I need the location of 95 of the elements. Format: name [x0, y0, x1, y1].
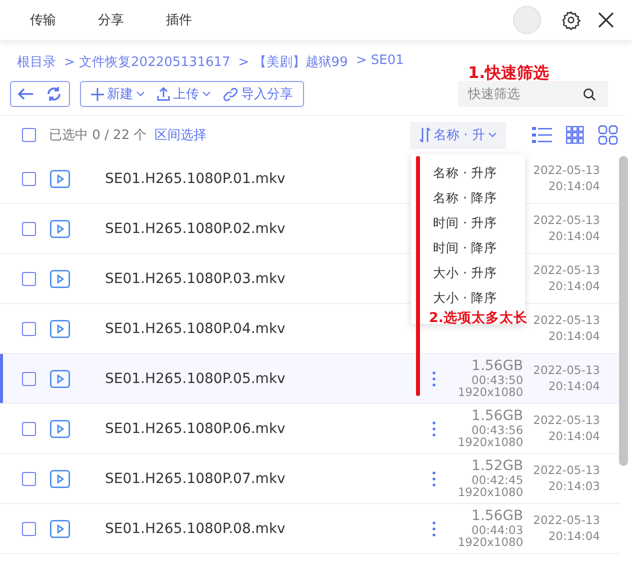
caret-icon	[136, 91, 145, 97]
video-file-icon	[50, 370, 70, 388]
file-name: SE01.H265.1080P.07.mkv	[105, 470, 286, 486]
annotation-text: 2.选项太多太长	[429, 311, 528, 325]
file-date: 2022-05-13	[533, 212, 600, 228]
file-name: SE01.H265.1080P.01.mkv	[105, 170, 286, 186]
search-field[interactable]: 快速筛选	[458, 81, 608, 107]
file-time: 20:14:04	[548, 178, 600, 194]
caret-icon	[488, 132, 497, 138]
refresh-icon[interactable]	[46, 86, 62, 102]
video-resolution: 1920x1080	[458, 386, 524, 398]
file-checkbox[interactable]	[22, 272, 36, 286]
file-name: SE01.H265.1080P.02.mkv	[105, 220, 286, 236]
file-date: 2022-05-13	[533, 262, 600, 278]
nav-tab[interactable]: 传输	[30, 11, 56, 29]
video-duration: 00:43:50	[472, 374, 524, 386]
file-date: 2022-05-13	[533, 362, 600, 378]
close-icon[interactable]	[598, 12, 614, 28]
select-all-checkbox[interactable]	[22, 128, 36, 142]
video-file-icon	[50, 520, 70, 538]
sort-option[interactable]: 大小 · 升序	[411, 264, 525, 282]
more-icon[interactable]	[432, 420, 436, 436]
file-size: 1.52GB	[472, 459, 524, 474]
file-time: 20:14:04	[548, 278, 600, 294]
import-share-button[interactable]: 导入分享	[217, 85, 299, 103]
video-file-icon	[50, 270, 70, 288]
breadcrumb-link[interactable]: > 【美剧】越狱99	[238, 53, 348, 75]
grid-view-icon[interactable]	[566, 126, 584, 144]
video-duration: 00:42:45	[472, 474, 524, 486]
range-select-link[interactable]: 区间选择	[154, 126, 207, 144]
large-grid-view-icon[interactable]	[598, 125, 618, 145]
file-checkbox[interactable]	[22, 522, 36, 536]
file-date: 2022-05-13	[533, 312, 600, 328]
file-name: SE01.H265.1080P.03.mkv	[105, 270, 286, 286]
caret-icon	[202, 91, 211, 97]
upload-button[interactable]: 上传	[151, 85, 217, 103]
video-duration: 00:44:03	[472, 524, 524, 536]
file-name: SE01.H265.1080P.06.mkv	[105, 420, 286, 436]
video-file-icon	[50, 420, 70, 438]
more-icon[interactable]	[432, 470, 436, 486]
new-button[interactable]: 新建	[85, 85, 151, 103]
annotation-text: 1.快速筛选	[468, 63, 550, 84]
sort-icon	[418, 127, 431, 143]
file-time: 20:14:04	[548, 328, 600, 344]
file-date: 2022-05-13	[533, 162, 600, 178]
video-resolution: 1920x1080	[458, 486, 524, 498]
file-time: 20:14:03	[548, 478, 600, 494]
file-time: 20:14:04	[548, 428, 600, 444]
file-checkbox[interactable]	[22, 472, 36, 486]
video-file-icon	[50, 220, 70, 238]
file-size: 1.56GB	[472, 509, 524, 524]
file-size: 1.56GB	[472, 359, 524, 374]
video-file-icon	[50, 170, 70, 188]
file-checkbox[interactable]	[22, 172, 36, 186]
selection-count: 已选中 0 / 22 个	[49, 127, 147, 144]
file-checkbox[interactable]	[22, 372, 36, 386]
breadcrumb-link[interactable]: > SE01	[356, 53, 404, 75]
more-icon[interactable]	[432, 520, 436, 536]
upload-icon	[157, 87, 170, 101]
file-checkbox[interactable]	[22, 322, 36, 336]
file-date: 2022-05-13	[533, 462, 600, 478]
search-icon[interactable]	[583, 88, 596, 100]
sort-option[interactable]: 名称 · 降序	[411, 189, 525, 207]
nav-tab[interactable]: 插件	[166, 11, 192, 29]
sort-option[interactable]: 时间 · 降序	[411, 239, 525, 257]
video-file-icon	[50, 470, 70, 488]
file-checkbox[interactable]	[22, 422, 36, 436]
breadcrumb-link[interactable]: > 文件恢复202205131617	[64, 53, 230, 75]
breadcrumb-link[interactable]: 根目录	[17, 53, 56, 75]
file-time: 20:14:04	[548, 528, 600, 544]
plus-icon	[91, 88, 104, 100]
more-icon[interactable]	[432, 370, 436, 386]
video-duration: 00:43:56	[472, 424, 524, 436]
video-file-icon	[50, 320, 70, 338]
video-resolution: 1920x1080	[458, 436, 524, 448]
sort-option[interactable]: 时间 · 升序	[411, 214, 525, 232]
sort-button[interactable]: 名称 · 升	[410, 122, 506, 148]
nav-tab[interactable]: 分享	[98, 11, 124, 29]
file-name: SE01.H265.1080P.05.mkv	[105, 370, 286, 386]
file-time: 20:14:04	[548, 228, 600, 244]
file-name: SE01.H265.1080P.04.mkv	[105, 320, 286, 336]
file-date: 2022-05-13	[533, 412, 600, 428]
list-view-icon[interactable]	[532, 126, 552, 144]
settings-icon[interactable]	[561, 10, 581, 30]
sort-option[interactable]: 名称 · 升序	[411, 164, 525, 182]
file-checkbox[interactable]	[22, 222, 36, 236]
back-icon[interactable]	[18, 88, 34, 100]
file-time: 20:14:04	[548, 378, 600, 394]
file-date: 2022-05-13	[533, 512, 600, 528]
scrollbar[interactable]	[619, 156, 628, 466]
sort-option[interactable]: 大小 · 降序	[411, 289, 525, 307]
link-icon	[223, 86, 238, 102]
video-resolution: 1920x1080	[458, 536, 524, 548]
file-size: 1.56GB	[472, 409, 524, 424]
file-name: SE01.H265.1080P.08.mkv	[105, 520, 286, 536]
